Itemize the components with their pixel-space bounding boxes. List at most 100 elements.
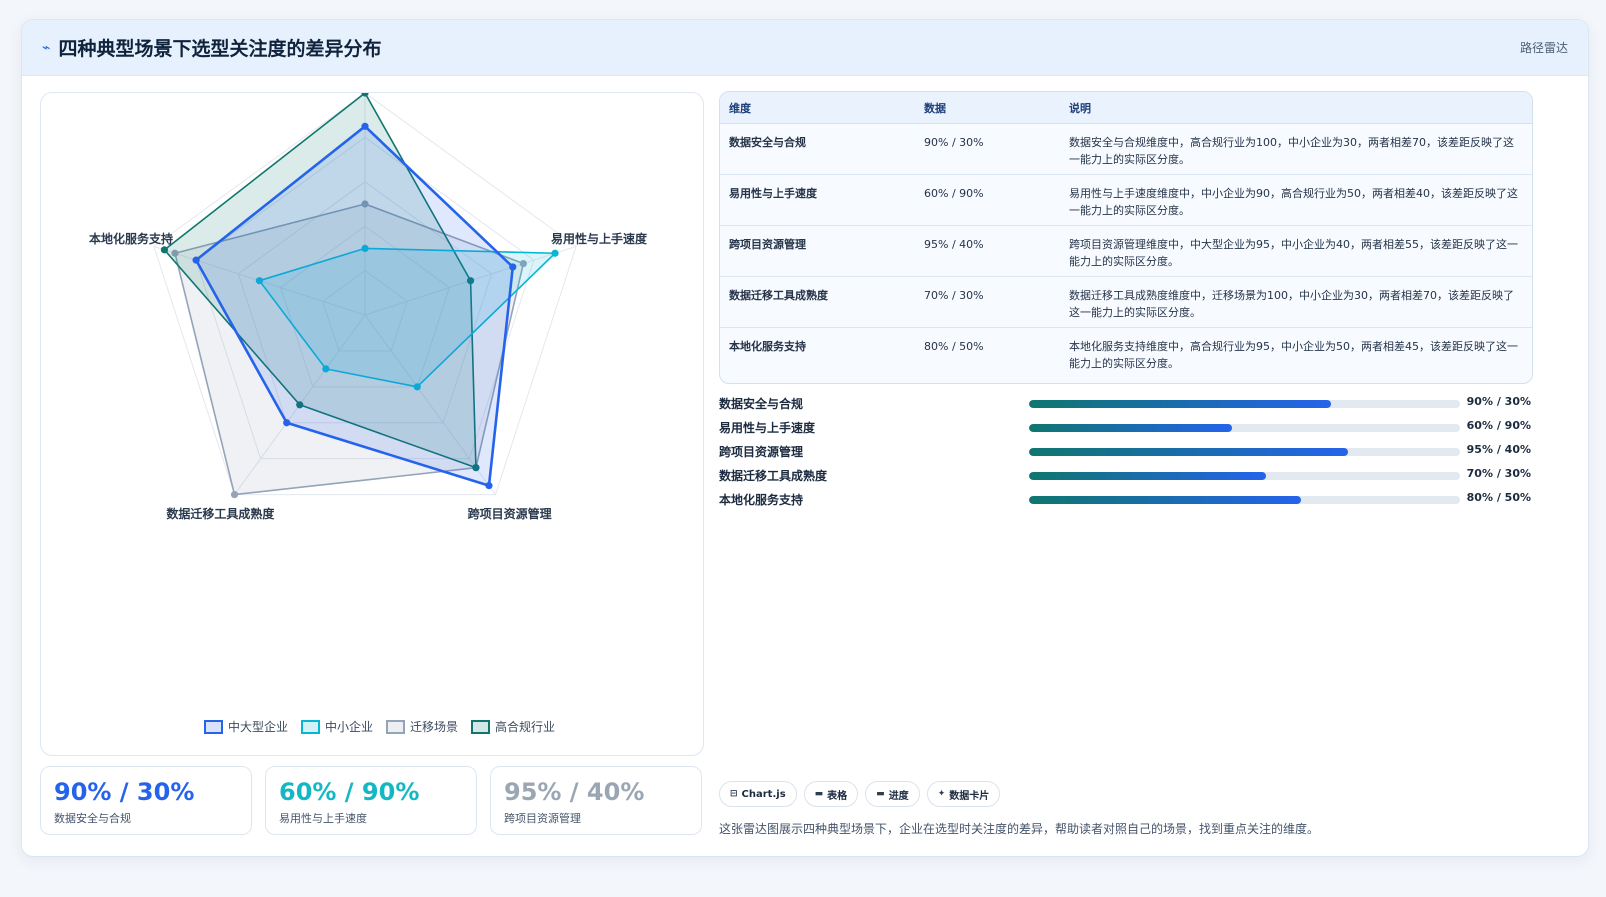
stat-value: 90% / 30% <box>54 778 195 806</box>
progress-value: 70% / 30% <box>1466 467 1531 480</box>
cell-dimension: 本地化服务支持 <box>729 340 806 353</box>
progress-track <box>1029 472 1460 480</box>
table-row: 数据迁移工具成熟度 70% / 30% 数据迁移工具成熟度维度中，迁移场景为10… <box>720 276 1532 328</box>
progress-fill <box>1029 424 1232 432</box>
data-point <box>283 419 291 427</box>
table-row: 跨项目资源管理 95% / 40% 跨项目资源管理维度中，中大型企业为95，中小… <box>720 225 1532 277</box>
progress-label: 数据迁移工具成熟度 <box>719 469 828 483</box>
axis-label: 本地化服务支持 <box>89 231 173 246</box>
axis-label: 易用性与上手速度 <box>551 231 648 246</box>
cell-description: 跨项目资源管理维度中，中大型企业为95，中小企业为40，两者相差55，该差距反映… <box>1060 225 1532 277</box>
tag-label: Chart.js <box>741 788 786 800</box>
progress-row: 跨项目资源管理 95% / 40% <box>719 440 1531 464</box>
progress-track <box>1029 448 1460 456</box>
column-header-data: 数据 <box>915 92 1060 124</box>
legend-label: 中小企业 <box>325 719 373 734</box>
table-row: 易用性与上手速度 60% / 90% 易用性与上手速度维度中，中小企业为90，高… <box>720 174 1532 226</box>
sparkle-icon: ✦ <box>937 789 946 799</box>
cell-dimension: 数据迁移工具成熟度 <box>720 276 915 328</box>
progress-row: 易用性与上手速度 60% / 90% <box>719 416 1531 440</box>
tag-progress[interactable]: ▬ 进度 <box>865 781 920 807</box>
table-row: 本地化服务支持 80% / 50% 本地化服务支持维度中，高合规行业为95，中小… <box>720 328 1532 379</box>
progress-label: 易用性与上手速度 <box>719 421 816 435</box>
column-header-description: 说明 <box>1060 92 1532 124</box>
data-point <box>230 491 239 499</box>
axis-label: 数据迁移工具成熟度 <box>166 506 275 521</box>
progress-row: 本地化服务支持 80% / 50% <box>719 488 1531 512</box>
axis-label: 跨项目资源管理 <box>468 506 552 521</box>
radar-chart: 数据安全与合规易用性与上手速度跨项目资源管理数据迁移工具成熟度本地化服务支持中大… <box>89 93 648 734</box>
tag-label: 数据卡片 <box>949 790 990 802</box>
progress-track <box>1029 424 1460 432</box>
progress-track <box>1029 496 1460 504</box>
cell-description: 易用性与上手速度维度中，中小企业为90，高合规行业为50，两者相差40，该差距反… <box>1060 174 1532 226</box>
stat-card-security: 90% / 30% 数据安全与合规 <box>40 766 252 835</box>
legend-label: 中大型企业 <box>228 719 288 734</box>
stat-label: 易用性与上手速度 <box>279 812 367 825</box>
cell-data: 90% / 30% <box>915 123 1060 175</box>
stat-label: 数据安全与合规 <box>54 812 131 825</box>
chart-description: 这张雷达图展示四种典型场景下，企业在选型时关注度的差异，帮助读者对照自己的场景，… <box>719 822 1320 836</box>
data-table: 维度 数据 说明 数据安全与合规 90% / 30% 数据安全与合规维度中，高合… <box>719 91 1533 384</box>
stat-label: 跨项目资源管理 <box>504 812 581 825</box>
data-point <box>485 482 493 490</box>
tag-data-card[interactable]: ✦ 数据卡片 <box>926 781 1001 807</box>
stat-value: 95% / 40% <box>504 778 645 806</box>
data-point <box>192 256 200 264</box>
progress-label: 本地化服务支持 <box>719 493 804 507</box>
progress-fill <box>1029 400 1331 408</box>
progress-value: 60% / 90% <box>1466 419 1531 432</box>
cell-dimension: 跨项目资源管理 <box>720 225 915 277</box>
cell-dimension: 数据安全与合规 <box>720 123 915 175</box>
table-header-row: 维度 数据 说明 <box>720 92 1532 124</box>
cell-data: 60% / 90% <box>915 174 1060 226</box>
progress-label: 数据安全与合规 <box>719 397 804 411</box>
tag-label: 进度 <box>888 790 909 802</box>
legend-swatch <box>301 720 320 734</box>
progress-row: 数据迁移工具成熟度 70% / 30% <box>719 464 1531 488</box>
chart-icon: ⊟ <box>730 789 738 799</box>
legend-label: 高合规行业 <box>495 719 555 734</box>
cell-dimension: 易用性与上手速度 <box>720 174 915 226</box>
tag-chartjs[interactable]: ⊟ Chart.js <box>719 781 797 807</box>
legend-swatch <box>471 720 490 734</box>
data-point <box>509 263 517 271</box>
progress-icon: ▬ <box>876 789 885 799</box>
progress-row: 数据安全与合规 90% / 30% <box>719 392 1531 416</box>
column-header-dimension: 维度 <box>720 92 915 124</box>
cell-data: 80% / 50% <box>924 340 984 353</box>
progress-fill <box>1029 496 1301 504</box>
progress-label: 跨项目资源管理 <box>719 445 804 459</box>
tag-table[interactable]: ▬ 表格 <box>803 781 859 807</box>
legend-swatch <box>386 720 405 734</box>
progress-track <box>1029 400 1460 408</box>
tech-tags: ⊟ Chart.js ▬ 表格 ▬ 进度 ✦ 数据卡片 <box>719 781 1001 807</box>
main-card: ⌁ 四种典型场景下选型关注度的差异分布 路径雷达 数据安全与合规易用性与上手速度… <box>21 19 1589 857</box>
progress-value: 95% / 40% <box>1466 443 1531 456</box>
table-icon: ▬ <box>814 789 824 799</box>
card-header: ⌁ 四种典型场景下选型关注度的差异分布 路径雷达 <box>22 20 1588 76</box>
cell-description: 数据迁移工具成熟度维度中，迁移场景为100，中小企业为30，两者相差70，该差距… <box>1060 276 1532 328</box>
stat-card-resource: 95% / 40% 跨项目资源管理 <box>490 766 702 835</box>
radar-chart-panel: 数据安全与合规易用性与上手速度跨项目资源管理数据迁移工具成熟度本地化服务支持中大… <box>40 92 704 756</box>
progress-value: 90% / 30% <box>1466 395 1531 408</box>
progress-fill <box>1029 448 1348 456</box>
line-icon: ⌁ <box>42 39 51 56</box>
stat-value: 60% / 90% <box>279 778 420 806</box>
table-row: 数据安全与合规 90% / 30% 数据安全与合规维度中，高合规行业为100，中… <box>720 123 1532 175</box>
cell-data: 70% / 30% <box>915 276 1060 328</box>
legend-label: 迁移场景 <box>410 720 458 734</box>
data-point <box>551 249 559 257</box>
data-point <box>361 122 369 130</box>
stat-card-usability: 60% / 90% 易用性与上手速度 <box>265 766 477 835</box>
tag-label: 表格 <box>827 790 848 802</box>
data-point <box>160 246 169 254</box>
header-tag: 路径雷达 <box>1519 41 1568 55</box>
progress-list: 数据安全与合规 90% / 30% 易用性与上手速度 60% / 90% 跨项目… <box>719 392 1531 512</box>
progress-value: 80% / 50% <box>1466 491 1531 504</box>
cell-description: 数据安全与合规维度中，高合规行业为100，中小企业为30，两者相差70，该差距反… <box>1060 123 1532 175</box>
page-title: 四种典型场景下选型关注度的差异分布 <box>58 38 382 60</box>
cell-data: 95% / 40% <box>915 225 1060 277</box>
legend-swatch <box>204 720 223 734</box>
progress-fill <box>1029 472 1267 480</box>
